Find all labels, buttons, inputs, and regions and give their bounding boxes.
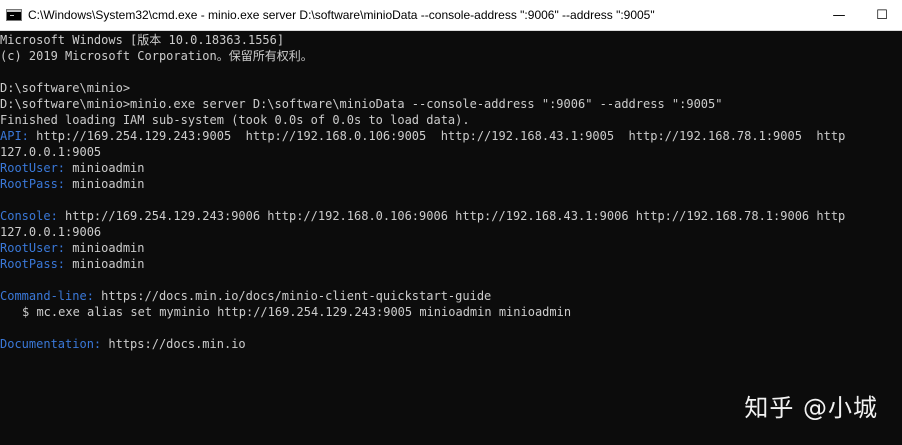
cmd-icon[interactable] xyxy=(6,9,22,21)
command-line-info: Command-line: https://docs.min.io/docs/m… xyxy=(0,288,902,304)
window-controls: — ☐ xyxy=(816,0,902,31)
title-bar[interactable]: C:\Windows\System32\cmd.exe - minio.exe … xyxy=(0,0,902,31)
watermark: 知乎 @小城 xyxy=(744,394,878,422)
command-line-label: Command-line: xyxy=(0,289,94,303)
console-line: Console: http://169.254.129.243:9006 htt… xyxy=(0,208,902,224)
api-urls: http://169.254.129.243:9005 http://192.1… xyxy=(28,129,846,143)
root-pass-value: minioadmin xyxy=(65,177,145,191)
console-root-user-line: RootUser: minioadmin xyxy=(0,240,902,256)
iam-status-line: Finished loading IAM sub-system (took 0.… xyxy=(0,113,470,127)
window-title: C:\Windows\System32\cmd.exe - minio.exe … xyxy=(28,8,655,22)
minimize-icon[interactable]: — xyxy=(816,0,862,31)
console-label: Console: xyxy=(0,209,58,223)
api-root-pass-line: RootPass: minioadmin xyxy=(0,176,902,192)
maximize-icon[interactable]: ☐ xyxy=(862,0,902,31)
api-root-user-line: RootUser: minioadmin xyxy=(0,160,902,176)
root-user-label: RootUser: xyxy=(0,241,66,255)
banner-line-2: (c) 2019 Microsoft Corporation。保留所有权利。 xyxy=(0,49,313,63)
mc-alias-example: $ mc.exe alias set myminio http://169.25… xyxy=(22,305,572,319)
console-root-pass-line: RootPass: minioadmin xyxy=(0,256,902,272)
api-continuation-line: 127.0.0.1:9005 xyxy=(0,145,102,159)
console-urls: http://169.254.129.243:9006 http://192.1… xyxy=(57,209,846,223)
console-continuation-line: 127.0.0.1:9006 xyxy=(0,225,102,239)
cmd-window: C:\Windows\System32\cmd.exe - minio.exe … xyxy=(0,0,902,445)
root-user-label: RootUser: xyxy=(0,161,66,175)
prompt-line: D:\software\minio> xyxy=(0,81,131,95)
command-line-url: https://docs.min.io/docs/minio-client-qu… xyxy=(93,289,492,303)
banner-line-1: Microsoft Windows [版本 10.0.18363.1556] xyxy=(0,33,285,47)
root-user-value: minioadmin xyxy=(65,161,145,175)
terminal-output[interactable]: Microsoft Windows [版本 10.0.18363.1556] (… xyxy=(0,31,902,445)
documentation-label: Documentation: xyxy=(0,337,102,351)
documentation-line: Documentation: https://docs.min.io xyxy=(0,336,902,352)
root-pass-value: minioadmin xyxy=(65,257,145,271)
root-pass-label: RootPass: xyxy=(0,177,66,191)
documentation-url: https://docs.min.io xyxy=(101,337,246,351)
command-line: D:\software\minio>minio.exe server D:\so… xyxy=(0,97,723,111)
root-user-value: minioadmin xyxy=(65,241,145,255)
api-label: API: xyxy=(0,129,29,143)
api-line: API: http://169.254.129.243:9005 http://… xyxy=(0,128,902,144)
root-pass-label: RootPass: xyxy=(0,257,66,271)
